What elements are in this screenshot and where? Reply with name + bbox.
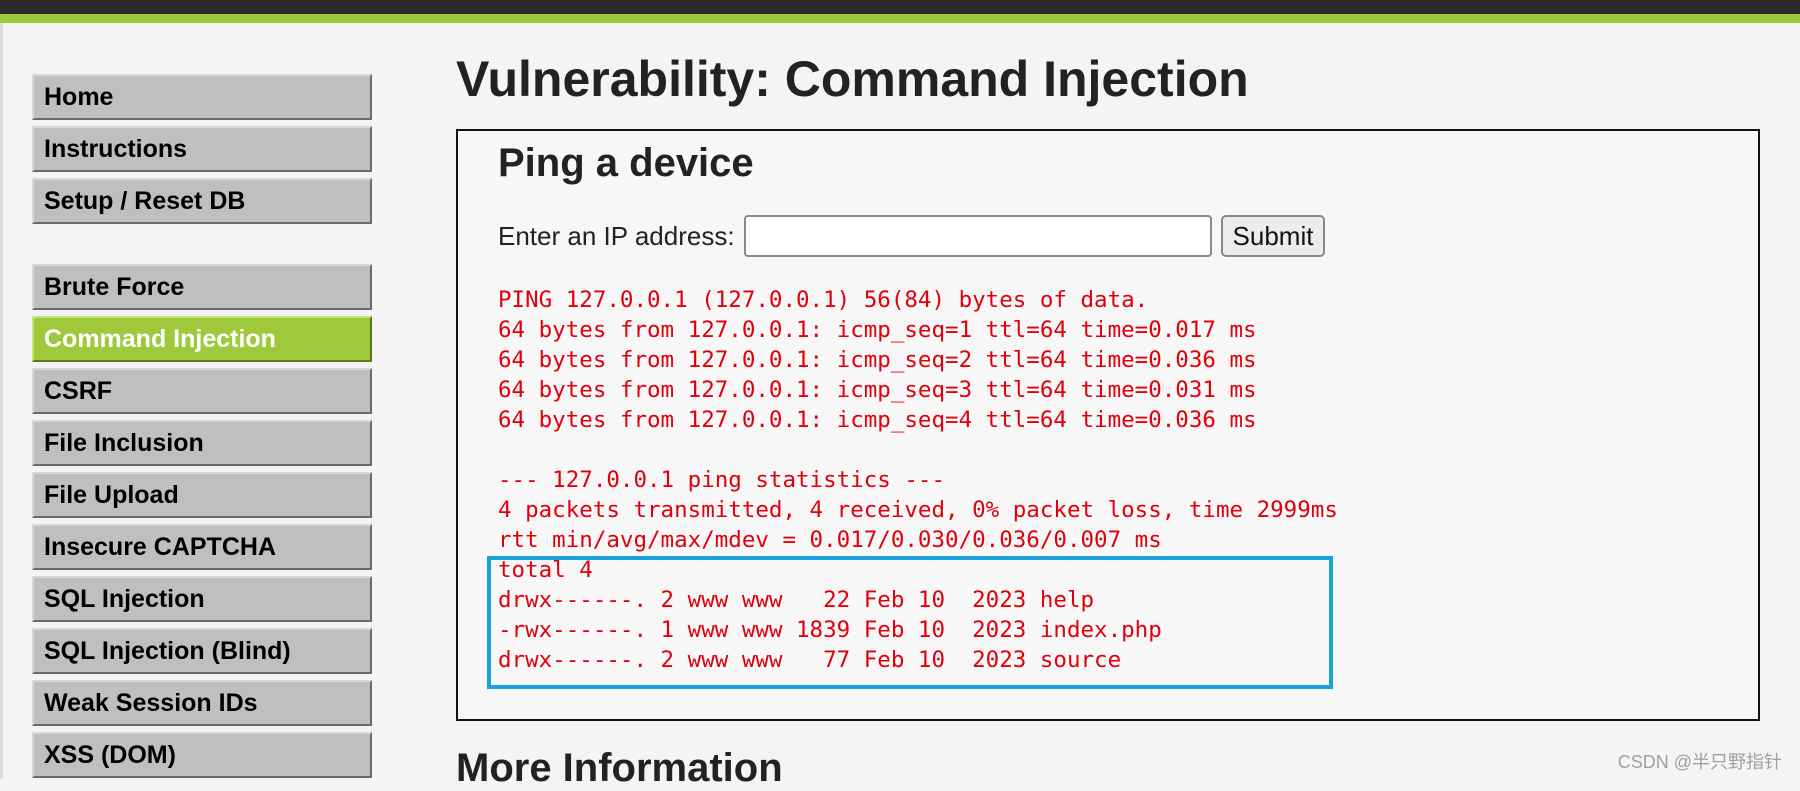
sidebar-item-file-inclusion[interactable]: File Inclusion bbox=[32, 420, 372, 466]
ip-address-input[interactable] bbox=[744, 215, 1212, 257]
output-line: --- 127.0.0.1 ping statistics --- bbox=[498, 467, 946, 493]
ip-address-label: Enter an IP address: bbox=[498, 221, 735, 251]
output-line: PING 127.0.0.1 (127.0.0.1) 56(84) bytes … bbox=[498, 287, 1149, 313]
output-line: 64 bytes from 127.0.0.1: icmp_seq=1 ttl=… bbox=[498, 317, 1257, 343]
output-line: 64 bytes from 127.0.0.1: icmp_seq=3 ttl=… bbox=[498, 377, 1257, 403]
sidebar-item-setup-reset-db[interactable]: Setup / Reset DB bbox=[32, 178, 372, 224]
output-line: 4 packets transmitted, 4 received, 0% pa… bbox=[498, 497, 1338, 523]
sidebar-item-command-injection[interactable]: Command Injection bbox=[32, 316, 372, 362]
sidebar-item-csrf[interactable]: CSRF bbox=[32, 368, 372, 414]
ping-panel: Ping a device Enter an IP address: Submi… bbox=[456, 129, 1760, 721]
top-accent-stripe bbox=[0, 14, 1800, 23]
sidebar-item-weak-session-ids[interactable]: Weak Session IDs bbox=[32, 680, 372, 726]
output-line: 64 bytes from 127.0.0.1: icmp_seq=2 ttl=… bbox=[498, 347, 1257, 373]
sidebar-menu-vulnerabilities: Brute Force Command Injection CSRF File … bbox=[32, 264, 372, 784]
output-line: 64 bytes from 127.0.0.1: icmp_seq=4 ttl=… bbox=[498, 407, 1257, 433]
panel-title: Ping a device bbox=[498, 141, 754, 185]
top-header-bar bbox=[0, 0, 1800, 14]
sidebar-item-sql-injection[interactable]: SQL Injection bbox=[32, 576, 372, 622]
sidebar-menu-main: Home Instructions Setup / Reset DB bbox=[32, 74, 372, 230]
sidebar-item-instructions[interactable]: Instructions bbox=[32, 126, 372, 172]
page-title: Vulnerability: Command Injection bbox=[456, 51, 1249, 107]
watermark: CSDN @半只野指针 bbox=[1617, 752, 1782, 772]
sidebar-item-xss-dom[interactable]: XSS (DOM) bbox=[32, 732, 372, 778]
highlight-annotation-box bbox=[487, 556, 1333, 689]
sidebar-item-brute-force[interactable]: Brute Force bbox=[32, 264, 372, 310]
left-edge-border bbox=[0, 23, 3, 778]
submit-button[interactable]: Submit bbox=[1221, 215, 1325, 257]
sidebar-item-home[interactable]: Home bbox=[32, 74, 372, 120]
output-line: rtt min/avg/max/mdev = 0.017/0.030/0.036… bbox=[498, 527, 1162, 553]
sidebar-item-sql-injection-blind[interactable]: SQL Injection (Blind) bbox=[32, 628, 372, 674]
sidebar-item-file-upload[interactable]: File Upload bbox=[32, 472, 372, 518]
more-information-heading: More Information bbox=[456, 746, 783, 790]
sidebar-item-insecure-captcha[interactable]: Insecure CAPTCHA bbox=[32, 524, 372, 570]
